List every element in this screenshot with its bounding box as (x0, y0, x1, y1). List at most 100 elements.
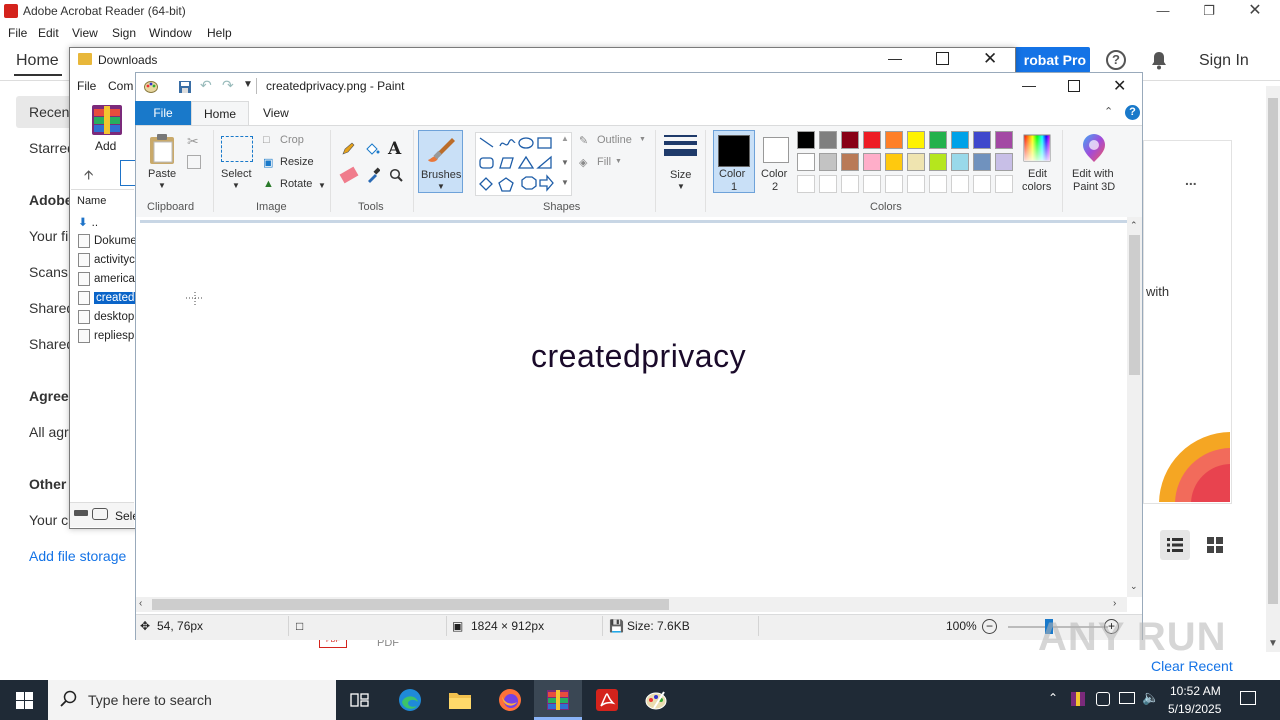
menu-window[interactable]: Window (149, 26, 192, 40)
undo-icon[interactable]: ↶ (200, 77, 212, 94)
custom-color-slot[interactable] (841, 175, 859, 193)
winrar-add-icon[interactable] (90, 103, 124, 137)
edit-colors-label-2[interactable]: colors (1022, 181, 1051, 193)
palette-color-swatch[interactable] (973, 131, 991, 149)
select-dropdown-icon[interactable]: ▼ (232, 181, 240, 190)
canvas-vertical-scrollbar-thumb[interactable] (1129, 235, 1140, 375)
explorer-close-button[interactable]: ✕ (983, 49, 997, 69)
palette-color-swatch[interactable] (951, 131, 969, 149)
explorer-minimize-button[interactable]: — (888, 50, 902, 66)
acrobat-close-button[interactable]: ✕ (1232, 0, 1278, 22)
explorer-tab-commands[interactable]: Com (108, 79, 133, 93)
palette-color-swatch[interactable] (929, 153, 947, 171)
palette-color-swatch[interactable] (819, 153, 837, 171)
taskbar-edge[interactable] (386, 680, 434, 720)
size-dropdown-icon[interactable]: ▼ (677, 182, 685, 191)
palette-color-swatch[interactable] (907, 131, 925, 149)
menu-file[interactable]: File (8, 26, 27, 40)
zoom-out-button[interactable]: − (982, 619, 997, 634)
add-file-storage-link[interactable]: Add file storage (29, 548, 126, 564)
sign-in-link[interactable]: Sign In (1199, 52, 1249, 70)
explorer-maximize-button[interactable] (936, 52, 949, 65)
paint3d-icon[interactable] (1080, 134, 1108, 164)
palette-color-swatch[interactable] (929, 131, 947, 149)
taskbar-file-explorer[interactable] (436, 680, 484, 720)
magnifier-icon[interactable] (389, 168, 403, 182)
explorer-tab-file[interactable]: File (77, 79, 96, 93)
scroll-down-icon[interactable]: ▼ (1268, 638, 1278, 649)
sidebar-item-your-files[interactable]: Your fi (29, 228, 68, 244)
palette-color-swatch[interactable] (973, 153, 991, 171)
save-icon[interactable] (178, 80, 192, 94)
list-item-selected[interactable]: created (78, 291, 136, 309)
cut-icon[interactable]: ✂ (187, 133, 199, 150)
tab-home[interactable]: Home (16, 52, 59, 70)
bell-icon[interactable] (1150, 50, 1168, 70)
grid-view-icon[interactable] (1205, 535, 1225, 555)
shapes-scroll-down-icon[interactable]: ▼ (561, 158, 569, 167)
menu-help[interactable]: Help (207, 26, 232, 40)
menu-sign[interactable]: Sign (112, 26, 136, 40)
palette-color-swatch[interactable] (863, 153, 881, 171)
rotate-label[interactable]: Rotate (280, 178, 312, 190)
network-icon[interactable] (1119, 692, 1135, 704)
shapes-expand-icon[interactable]: ▼ (561, 178, 569, 187)
custom-color-slot[interactable] (995, 175, 1013, 193)
clock-time[interactable]: 10:52 AM (1170, 684, 1221, 698)
notifications-icon[interactable] (1240, 691, 1256, 705)
tab-view[interactable]: View (263, 101, 289, 125)
tray-overflow-icon[interactable]: ⌃ (1048, 691, 1058, 705)
palette-color-swatch[interactable] (907, 153, 925, 171)
taskbar-firefox[interactable] (486, 680, 534, 720)
color2-number[interactable]: 2 (772, 181, 778, 193)
color2-label[interactable]: Color (761, 168, 787, 180)
custom-color-slot[interactable] (929, 175, 947, 193)
paint-maximize-button[interactable] (1068, 80, 1080, 92)
palette-color-swatch[interactable] (841, 153, 859, 171)
rotate-dropdown-icon[interactable]: ▼ (318, 181, 326, 190)
clock-date[interactable]: 5/19/2025 (1168, 702, 1221, 716)
paste-dropdown-icon[interactable]: ▼ (158, 181, 166, 190)
resize-label[interactable]: Resize (280, 156, 314, 168)
volume-icon[interactable]: 🔈 (1142, 689, 1159, 706)
select-label[interactable]: Select (221, 168, 252, 180)
acrobat-restore-button[interactable]: ❐ (1186, 0, 1232, 22)
canvas-horizontal-scrollbar-thumb[interactable] (152, 599, 669, 610)
palette-color-swatch[interactable] (819, 131, 837, 149)
help-icon[interactable]: ? (1106, 50, 1126, 70)
scroll-right-icon[interactable]: › (1113, 598, 1116, 609)
canvas-area[interactable] (136, 217, 1127, 597)
acrobat-scrollbar-thumb[interactable] (1268, 98, 1278, 604)
shapes-gallery[interactable] (475, 132, 572, 196)
paint-minimize-button[interactable]: — (1022, 77, 1036, 93)
custom-color-slot[interactable] (819, 175, 837, 193)
list-item[interactable]: desktop (78, 310, 136, 328)
edit-colors-icon[interactable] (1023, 134, 1051, 162)
sidebar-item-recent[interactable]: Recent (29, 104, 73, 120)
paste-icon[interactable] (148, 133, 176, 168)
palette-color-swatch[interactable] (995, 153, 1013, 171)
scroll-down-icon[interactable]: ⌄ (1130, 581, 1138, 592)
palette-color-swatch[interactable] (797, 131, 815, 149)
start-button[interactable] (0, 680, 48, 720)
palette-color-swatch[interactable] (951, 153, 969, 171)
scroll-left-icon[interactable]: ‹ (139, 598, 142, 609)
pencil-icon[interactable] (341, 142, 355, 156)
sidebar-item-shared-2[interactable]: Shared (29, 336, 74, 352)
paste-label[interactable]: Paste (148, 168, 176, 180)
column-header-name[interactable]: Name (77, 195, 106, 207)
palette-color-swatch[interactable] (885, 131, 903, 149)
fill-bucket-icon[interactable] (364, 141, 380, 157)
menu-view[interactable]: View (72, 26, 98, 40)
scroll-up-icon[interactable]: ⌃ (1130, 220, 1138, 231)
acrobat-minimize-button[interactable]: — (1140, 0, 1186, 22)
custom-color-slot[interactable] (885, 175, 903, 193)
taskbar-paint[interactable] (632, 680, 680, 720)
rotate-icon[interactable]: ▲ (263, 178, 274, 190)
up-arrow-icon[interactable]: 🡩 (84, 166, 93, 188)
taskbar-winrar[interactable] (534, 680, 582, 720)
taskbar-search-placeholder[interactable]: Type here to search (88, 692, 212, 708)
text-tool-icon[interactable]: A (388, 139, 401, 159)
custom-color-slot[interactable] (951, 175, 969, 193)
list-item[interactable]: activityc (78, 253, 136, 271)
